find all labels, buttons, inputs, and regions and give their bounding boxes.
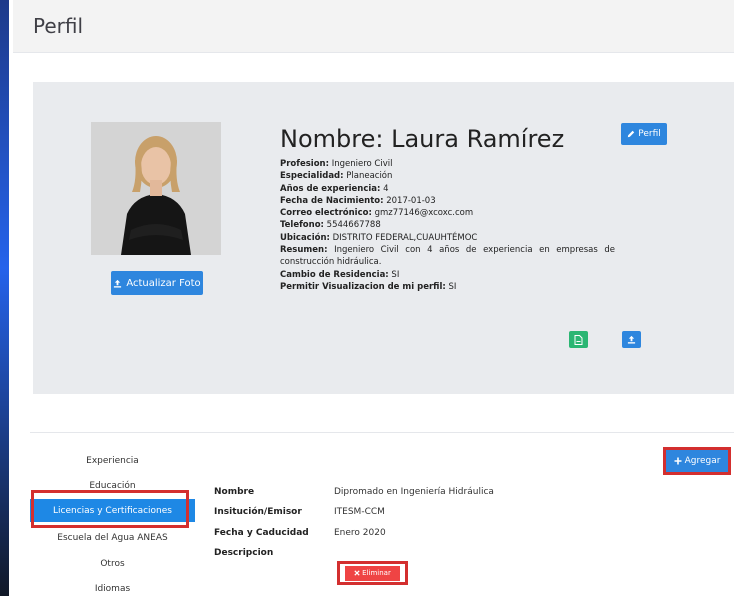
detail-profesion: Profesion: Ingeniero Civil (280, 159, 393, 169)
delete-button-body[interactable]: Eliminar (345, 565, 400, 581)
upload-icon (627, 335, 636, 344)
update-photo-button[interactable]: Actualizar Foto (111, 271, 203, 295)
section-divider (30, 432, 734, 433)
sidebar-item-experiencia[interactable]: Experiencia (30, 449, 195, 472)
profile-card: Actualizar Foto Nombre: Laura Ramírez Pe… (33, 82, 734, 394)
add-certification-label: Agregar (684, 456, 721, 466)
detail-especialidad: Especialidad: Planeación (280, 171, 393, 182)
sidebar-item-label: Educación (89, 480, 136, 491)
sidebar-item-label: Idiomas (94, 583, 131, 594)
page-header: Perfil (13, 0, 734, 53)
detail-experiencia: Años de experiencia: 4 (280, 183, 389, 194)
pdf-file-icon (574, 334, 583, 345)
detail-correo: Correo electrónico: gmz77146@xcoxc.com (280, 208, 474, 219)
detail-nacimiento: Fecha de Nacimiento: 2017-01-03 (280, 195, 436, 206)
update-photo-label: Actualizar Foto (126, 277, 201, 289)
sidebar-item-otros[interactable]: Otros (30, 552, 195, 575)
cert-issuer-label: Insitución/Emisor (214, 507, 302, 517)
edit-profile-button[interactable]: Perfil (621, 123, 667, 145)
sidebar-item-label: Experiencia (86, 455, 139, 466)
cert-date-label: Fecha y Caducidad (214, 528, 309, 538)
sidebar-item-idiomas[interactable]: Idiomas (30, 577, 195, 600)
window-left-edge (0, 0, 9, 596)
pencil-icon (627, 130, 635, 138)
upload-cv-button[interactable] (622, 331, 641, 348)
sidebar-item-escuela-agua[interactable]: Escuela del Agua ANEAS (30, 526, 195, 549)
page-title: Perfil (33, 14, 84, 38)
delete-certification-button[interactable]: Eliminar (337, 561, 408, 585)
sidebar-item-label: Otros (100, 558, 125, 569)
cert-name-label: Nombre (214, 487, 255, 497)
sidebar-item-label: Escuela del Agua ANEAS (57, 532, 168, 543)
detail-telefono: Telefono: 5544667788 (280, 220, 381, 231)
detail-cambio-residencia: Cambio de Residencia: SI (280, 269, 400, 280)
upload-icon (113, 279, 122, 288)
delete-label: Eliminar (362, 569, 391, 577)
detail-visualizacion: Permitir Visualizacion de mi perfil: SI (280, 281, 457, 292)
close-icon (354, 570, 360, 576)
add-certification-button[interactable]: Agregar (663, 447, 731, 475)
profile-photo (91, 122, 221, 255)
detail-ubicacion: Ubicación: DISTRITO FEDERAL,CUAUHTÉMOC (280, 232, 478, 243)
plus-icon (674, 457, 682, 465)
cert-name-value: Dipromado en Ingeniería Hidráulica (334, 487, 494, 497)
profile-details: Profesion: Ingeniero Civil Especialidad:… (280, 158, 615, 293)
highlight-box (31, 490, 189, 528)
detail-resumen: Resumen: Ingeniero Civil con 4 años de e… (280, 245, 616, 268)
cert-issuer-value: ITESM-CCM (334, 507, 385, 517)
profile-name: Nombre: Laura Ramírez (280, 125, 565, 153)
cert-description-label: Descripcion (214, 548, 274, 558)
download-pdf-button[interactable] (569, 331, 588, 348)
edit-profile-label: Perfil (638, 129, 661, 139)
cert-date-value: Enero 2020 (334, 528, 386, 538)
